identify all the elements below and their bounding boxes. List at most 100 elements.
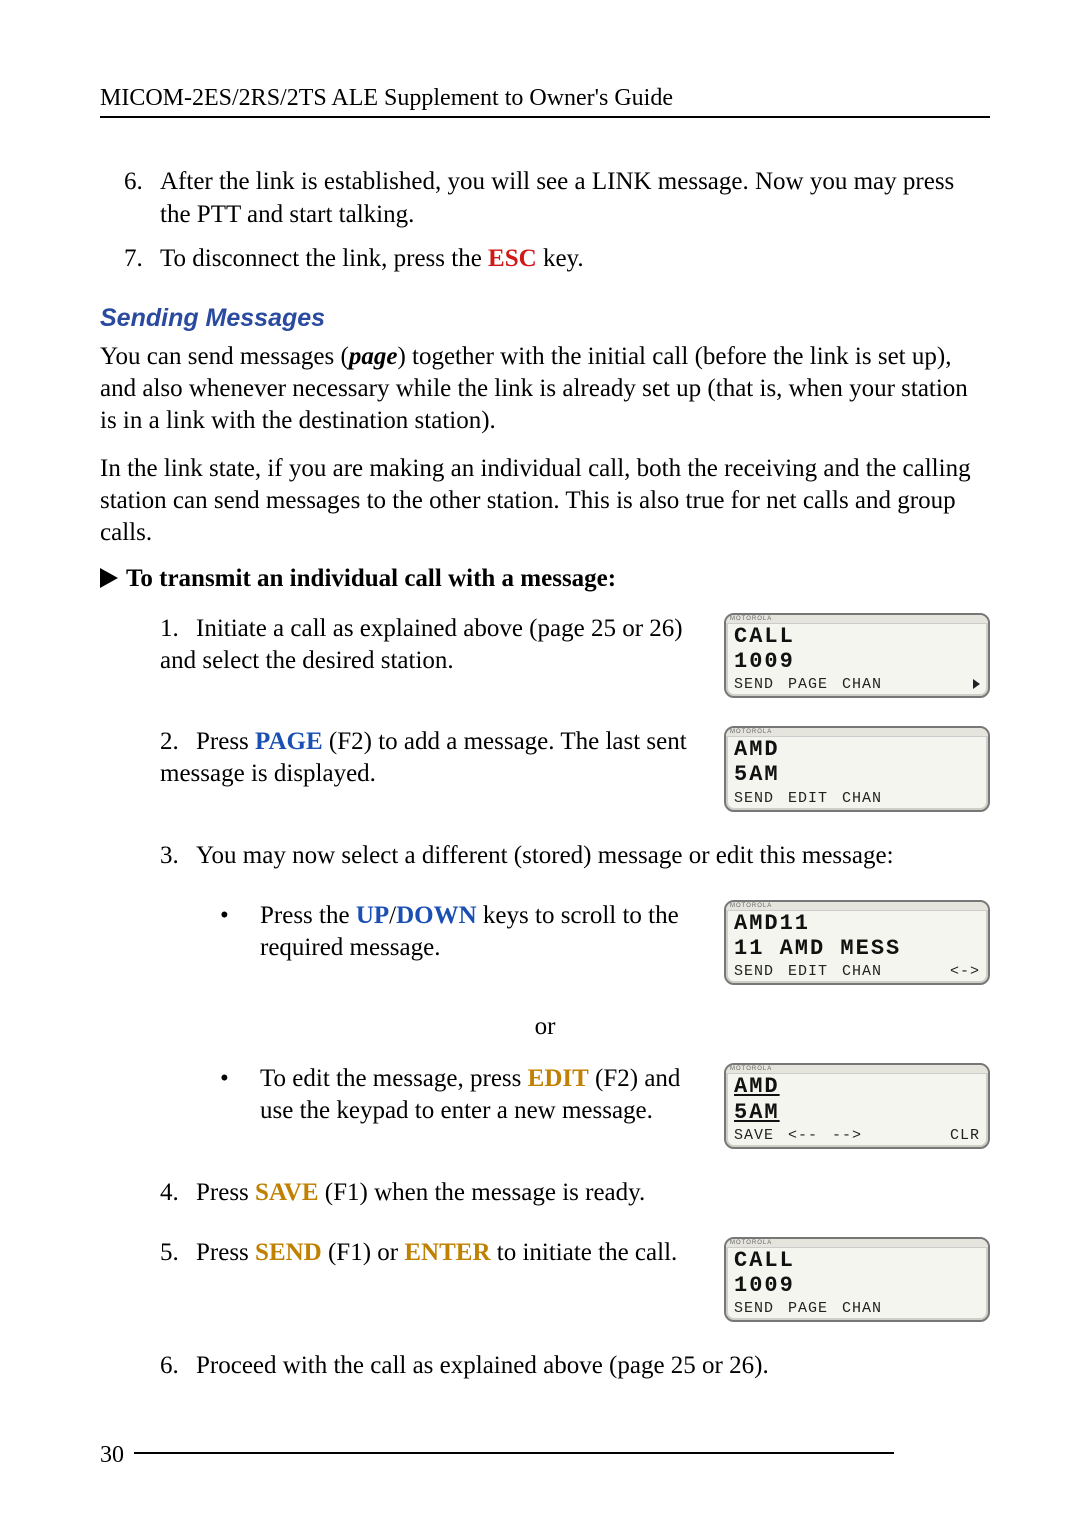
lcd4-line2: 5AM [726,1100,988,1125]
procedure-title-text: To transmit an individual call with a me… [126,565,616,592]
s5-mid: (F1) or [322,1239,405,1266]
lcd1-soft-chan: CHAN [842,676,882,693]
lcd5-line1: CALL [726,1248,988,1273]
lcd4-soft-clr: CLR [950,1127,980,1144]
lcd3-line1: AMD11 [726,911,988,936]
section-heading: Sending Messages [100,304,990,333]
lcd-screen-2: MOTOROLA AMD 5AM SEND EDIT CHAN [724,726,990,812]
step-2-row: 2.Press PAGE (F2) to add a message. The … [100,726,990,812]
lcd1-line1: CALL [726,624,988,649]
lcd-brand: MOTOROLA [726,615,988,624]
step-4-number: 4. [160,1177,196,1209]
lcd1-soft-page: PAGE [788,676,828,693]
lcd4-line2-text: 5AM [734,1100,780,1125]
lcd-brand: MOTOROLA [726,1065,988,1074]
lcd-screen-5: MOTOROLA CALL 1009 SEND PAGE CHAN [724,1237,990,1323]
step-6-row: 6.Proceed with the call as explained abo… [100,1350,990,1382]
step-7: 7. To disconnect the link, press the ESC… [160,243,990,276]
lcd-brand: MOTOROLA [726,902,988,911]
lcd2-line2: 5AM [726,762,988,787]
step-2-number: 2. [160,726,196,758]
step-5-row: 5.Press SEND (F1) or ENTER to initiate t… [100,1237,990,1323]
lcd4-soft-left: <-- [788,1127,818,1144]
esc-key-label: ESC [488,245,537,272]
step-3-block: 3.You may now select a different (stored… [100,840,990,872]
continued-steps: 6. After the link is established, you wi… [100,166,990,276]
b2-a: To edit the message, press [260,1065,528,1092]
lcd3-soft-chan: CHAN [842,963,882,980]
lcd4-line1-text: AMD [734,1074,780,1099]
lcd3-line2: 11 AMD MESS [726,936,988,961]
step-7-text-pre: To disconnect the link, press the [160,245,488,272]
lcd5-soft-page: PAGE [788,1300,828,1317]
save-key-label: SAVE [255,1179,318,1206]
up-key-label: UP [356,902,389,929]
edit-key-label: EDIT [528,1065,589,1092]
step-2-text: 2.Press PAGE (F2) to add a message. The … [160,726,724,790]
step-3-number: 3. [160,840,196,872]
lcd2-soft-send: SEND [734,790,774,807]
step-1-body: Initiate a call as explained above (page… [160,615,683,674]
step-6b-number: 6. [160,1350,196,1382]
lcd2-soft-edit: EDIT [788,790,828,807]
procedure-title: To transmit an individual call with a me… [100,565,990,593]
step-3-text: 3.You may now select a different (stored… [160,840,990,872]
down-key-label: DOWN [396,902,477,929]
lcd2-softkeys: SEND EDIT CHAN [726,788,988,810]
lcd3-soft-scroll: <-> [950,963,980,980]
lcd1-softkeys: SEND PAGE CHAN [726,674,988,696]
s4-b: (F1) when the message is ready. [319,1179,646,1206]
lcd4-soft-save: SAVE [734,1127,774,1144]
lcd1-line2: 1009 [726,649,988,674]
b1-a: Press the [260,902,356,929]
step-6b-body: Proceed with the call as explained above… [196,1352,769,1379]
step-1-row: 1.Initiate a call as explained above (pa… [100,613,990,699]
page-number: 30 [100,1442,124,1468]
step-1-text: 1.Initiate a call as explained above (pa… [160,613,724,677]
intro-paragraph-2: In the link state, if you are making an … [100,453,990,549]
lcd5-line2: 1009 [726,1273,988,1298]
page-header: MICOM-2ES/2RS/2TS ALE Supplement to Owne… [100,85,990,118]
lcd1-soft-send: SEND [734,676,774,693]
bullet-icon: • [220,1063,260,1127]
lcd-brand: MOTOROLA [726,1239,988,1248]
step-6-text: After the link is established, you will … [160,168,954,228]
page-number-rule [134,1452,894,1454]
bullet-1-text: Press the UP/DOWN keys to scroll to the … [260,900,704,964]
bullet-icon: • [220,900,260,964]
bullet-1-row: • Press the UP/DOWN keys to scroll to th… [100,900,990,986]
lcd-screen-3: MOTOROLA AMD11 11 AMD MESS SEND EDIT CHA… [724,900,990,986]
step-6: 6. After the link is established, you wi… [160,166,990,231]
step-5-number: 5. [160,1237,196,1269]
lcd4-softkeys: SAVE <-- --> CLR [726,1125,988,1147]
bullet-2-text: To edit the message, press EDIT (F2) and… [260,1063,704,1127]
page-term: page [349,343,398,370]
lcd4-soft-right: --> [832,1127,862,1144]
lcd5-soft-chan: CHAN [842,1300,882,1317]
step-7-text-post: key. [537,245,584,272]
step-4-row: 4.Press SAVE (F1) when the message is re… [100,1177,990,1209]
intro-p1-a: You can send messages ( [100,343,349,370]
lcd2-soft-chan: CHAN [842,790,882,807]
lcd5-softkeys: SEND PAGE CHAN [726,1298,988,1320]
bullet-2-wrap: • To edit the message, press EDIT (F2) a… [160,1063,724,1145]
step-3-body: You may now select a different (stored) … [196,842,894,869]
enter-key-label: ENTER [404,1239,490,1266]
s4-a: Press [196,1179,255,1206]
send-key-label: SEND [255,1239,322,1266]
page-number-block: 30 [100,1442,894,1469]
lcd4-line1: AMD [726,1074,988,1099]
lcd5-soft-send: SEND [734,1300,774,1317]
lcd-brand: MOTOROLA [726,728,988,737]
page-key-label: PAGE [255,728,323,755]
lcd1-more-icon [973,676,980,693]
step-7-number: 7. [124,243,143,276]
step-5-text: 5.Press SEND (F1) or ENTER to initiate t… [160,1237,724,1269]
lcd-screen-4: MOTOROLA AMD 5AM SAVE <-- --> CLR [724,1063,990,1149]
bullet-1-wrap: • Press the UP/DOWN keys to scroll to th… [160,900,724,982]
lcd3-soft-send: SEND [734,963,774,980]
s5-a: Press [196,1239,255,1266]
bullet-2-row: • To edit the message, press EDIT (F2) a… [100,1063,990,1149]
s5-b: to initiate the call. [491,1239,678,1266]
step-6b-text: 6.Proceed with the call as explained abo… [160,1350,990,1382]
